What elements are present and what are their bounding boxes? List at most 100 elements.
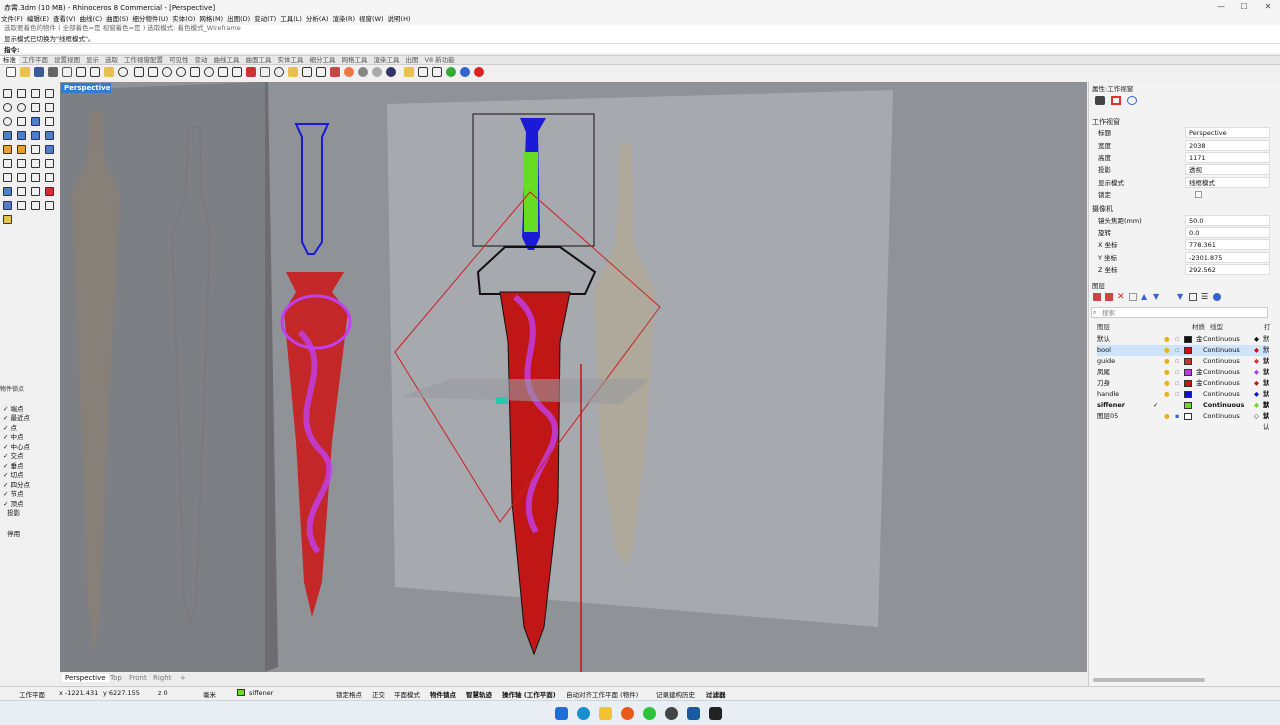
- tab-mesh-tools[interactable]: 网格工具: [339, 56, 371, 64]
- prop-width-field[interactable]: 2038: [1185, 140, 1270, 151]
- tab-drafting[interactable]: 出图: [403, 56, 422, 64]
- zoom-selected-icon[interactable]: [204, 67, 214, 77]
- exit-icon[interactable]: [474, 67, 484, 77]
- minimize-button[interactable]: —: [1216, 2, 1226, 12]
- move-down-icon[interactable]: ▼: [1153, 293, 1161, 301]
- object-properties-icon[interactable]: [330, 67, 340, 77]
- scale-icon[interactable]: [31, 173, 40, 182]
- current-layer[interactable]: siffener: [249, 689, 273, 697]
- filter-icon[interactable]: ▼: [1177, 293, 1185, 301]
- camera-icon[interactable]: [1095, 96, 1105, 105]
- bulb-icon[interactable]: ●: [1164, 389, 1170, 400]
- box-icon[interactable]: [3, 131, 12, 140]
- current-layer-swatch[interactable]: [237, 689, 245, 696]
- ellipse-icon[interactable]: [17, 103, 26, 112]
- cam-z-field[interactable]: 292.562: [1185, 264, 1270, 275]
- layer-row-selected[interactable]: bool ● ▫ Continuous ◆ 默认: [1097, 345, 1269, 365]
- new-sublayer-icon[interactable]: [1105, 293, 1113, 301]
- grid-icon[interactable]: [232, 67, 242, 77]
- import-icon[interactable]: [62, 67, 72, 77]
- circle-icon[interactable]: [3, 103, 12, 112]
- array-icon[interactable]: [45, 173, 54, 182]
- toggle-ortho[interactable]: 正交: [372, 689, 385, 699]
- toggle-planar[interactable]: 平面模式: [394, 689, 420, 699]
- tab-top[interactable]: Top: [110, 674, 122, 682]
- new-layer-icon[interactable]: [1093, 293, 1101, 301]
- layer-row[interactable]: guide ● ▫ Continuous ◆ 默认: [1097, 356, 1269, 376]
- osnap-near[interactable]: ✓ 最近点: [3, 414, 30, 423]
- close-button[interactable]: ✕: [1263, 2, 1273, 12]
- bulb-icon[interactable]: ●: [1164, 356, 1170, 367]
- delete-layer-icon[interactable]: ✕: [1117, 293, 1125, 302]
- layer-color-swatch[interactable]: [1184, 413, 1192, 420]
- app-icon[interactable]: [665, 707, 678, 720]
- trim-icon[interactable]: [31, 145, 40, 154]
- cplane-label[interactable]: 工作平面: [19, 689, 45, 699]
- mesh-icon[interactable]: [3, 187, 12, 196]
- point-icon[interactable]: [17, 89, 26, 98]
- layer-row[interactable]: 默认 ● ▫ 金 Continuous ◆ 默认: [1097, 334, 1269, 354]
- cut-icon[interactable]: [76, 67, 86, 77]
- wechat-icon[interactable]: [643, 707, 656, 720]
- prop-height-field[interactable]: 1171: [1185, 152, 1270, 163]
- rectangle-icon[interactable]: [45, 103, 54, 112]
- tab-perspective[interactable]: Perspective: [62, 674, 109, 682]
- osnap-tangent[interactable]: ✓ 切点: [3, 471, 24, 480]
- toggle-grid-snap[interactable]: 锁定格点: [336, 689, 362, 699]
- lock-icon[interactable]: ▫: [1175, 334, 1179, 345]
- save-icon[interactable]: [34, 67, 44, 77]
- lock-icon[interactable]: ▫: [1175, 345, 1179, 356]
- select-icon[interactable]: [134, 67, 144, 77]
- tab-surface-tools[interactable]: 曲面工具: [243, 56, 275, 64]
- zoom-window-icon[interactable]: [176, 67, 186, 77]
- tab-transform[interactable]: 变动: [192, 56, 211, 64]
- tab-visibility[interactable]: 可见性: [166, 56, 192, 64]
- layer-row[interactable]: 凤尾 ● ▫ 金 Continuous ◆ 默认: [1097, 367, 1269, 387]
- boolean-icon[interactable]: [3, 145, 12, 154]
- document-app-icon[interactable]: [687, 707, 700, 720]
- viewport-canvas[interactable]: [60, 82, 1087, 672]
- tab-display[interactable]: 显示: [83, 56, 102, 64]
- menu-help[interactable]: 说明(H): [388, 14, 411, 25]
- osnap-intersection[interactable]: ✓ 交点: [3, 452, 24, 461]
- bulb-icon[interactable]: ●: [1164, 367, 1170, 378]
- menu-tools[interactable]: 工具(L): [280, 14, 302, 25]
- tab-subd-tools[interactable]: 细分工具: [307, 56, 339, 64]
- command-input[interactable]: 指令:: [0, 44, 1280, 54]
- menu-analyze[interactable]: 分析(A): [306, 14, 329, 25]
- layer-color-swatch[interactable]: [1184, 347, 1192, 354]
- tab-front[interactable]: Front: [129, 674, 147, 682]
- grid-array-icon[interactable]: [31, 187, 40, 196]
- prop-title-field[interactable]: Perspective: [1185, 127, 1270, 138]
- tab-cplanes[interactable]: 工作平面: [19, 56, 51, 64]
- toggle-history[interactable]: 记录建构历史: [656, 689, 695, 699]
- print-icon[interactable]: [48, 67, 58, 77]
- tab-standard[interactable]: 标准: [0, 56, 19, 64]
- shaded-sphere-icon[interactable]: [358, 67, 368, 77]
- help-icon[interactable]: [460, 67, 470, 77]
- light-icon[interactable]: [288, 67, 298, 77]
- cam-x-field[interactable]: 778.361: [1185, 239, 1270, 250]
- osnap-perpendicular[interactable]: ✓ 垂点: [3, 462, 24, 471]
- cplane-icon[interactable]: [246, 67, 256, 77]
- edge-icon[interactable]: [577, 707, 590, 720]
- start-icon[interactable]: [555, 707, 568, 720]
- layer-help-icon[interactable]: [1213, 293, 1221, 301]
- layer-color-swatch[interactable]: [1184, 391, 1192, 398]
- tab-v8-new[interactable]: V8 新功能: [422, 56, 458, 64]
- osnap-end[interactable]: ✓ 端点: [3, 405, 24, 414]
- osnap-center[interactable]: ✓ 中心点: [3, 443, 30, 452]
- layer-color-swatch[interactable]: [1184, 358, 1192, 365]
- maximize-button[interactable]: ☐: [1239, 2, 1249, 12]
- curvature-icon[interactable]: [17, 201, 26, 210]
- osnap-vertex[interactable]: ✓ 顶点: [3, 500, 24, 509]
- tab-viewport-layout[interactable]: 工作视窗配置: [121, 56, 166, 64]
- polygon-icon[interactable]: [31, 103, 40, 112]
- layer-color-swatch[interactable]: [1184, 336, 1192, 343]
- tab-solid-tools[interactable]: 实体工具: [275, 56, 307, 64]
- layer-row[interactable]: 图层05 ● ▪ Continuous ◇ 默认: [1097, 411, 1269, 431]
- cam-rotation-field[interactable]: 0.0: [1185, 227, 1270, 238]
- rotate-view-icon[interactable]: [218, 67, 228, 77]
- menu-panels[interactable]: 视窗(W): [359, 14, 384, 25]
- layers-scrollbar[interactable]: [1093, 678, 1205, 682]
